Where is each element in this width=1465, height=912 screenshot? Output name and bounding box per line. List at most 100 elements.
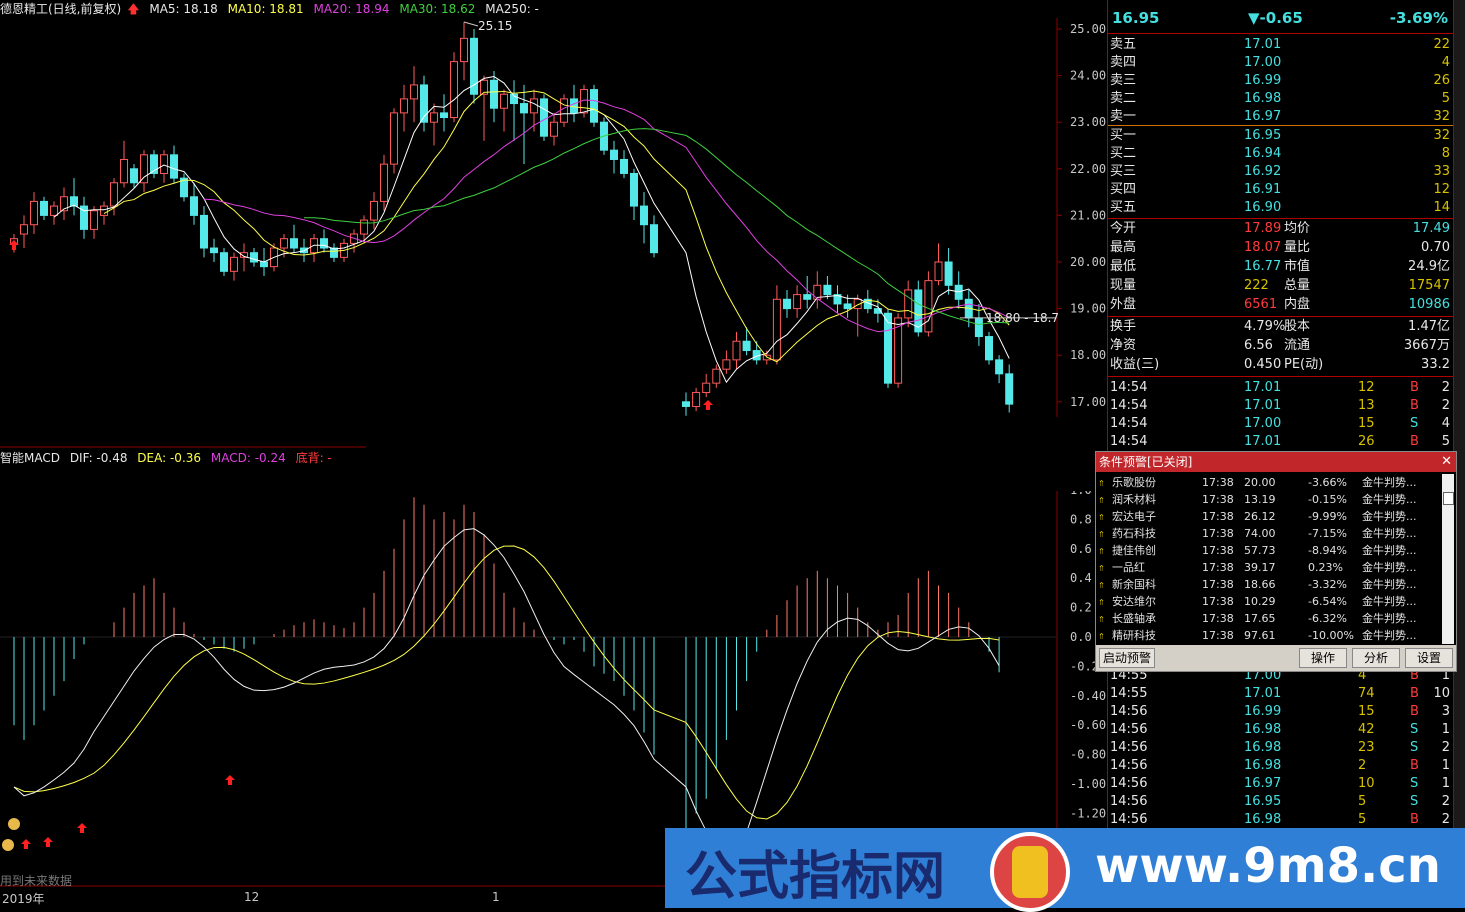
price-change: ▼-0.65	[1248, 9, 1303, 27]
stat-value: 4.79%	[1244, 319, 1286, 334]
date-label-dec: 12	[244, 890, 260, 904]
stat-value: 6.56	[1244, 338, 1273, 353]
price-axis-label: 23.00	[1070, 115, 1106, 129]
order-volume: 33	[1433, 164, 1450, 179]
tick-row: 14:54 17.00 15 S 4	[1108, 415, 1454, 433]
dea-label: DEA: -0.36	[137, 451, 202, 465]
alert-row[interactable]: ⇑ 润禾材料 17:38 13.19 -0.15% 金牛判势...	[1096, 491, 1442, 508]
candle-body	[742, 340, 751, 352]
alert-up-icon: ⇑	[1098, 595, 1105, 608]
close-icon[interactable]: ✕	[1441, 452, 1452, 472]
ma5-line	[53, 76, 1010, 384]
start-alert-button[interactable]: 启动预警	[1099, 648, 1155, 668]
stock-title[interactable]: 德恩精工(日线,前复权)	[0, 2, 121, 16]
price-axis-label: 24.00	[1070, 69, 1106, 83]
tick-count: 2	[1441, 380, 1450, 395]
buy-arrow-icon	[703, 400, 713, 410]
settings-button[interactable]: 设置	[1405, 648, 1453, 668]
tick-volume: 23	[1358, 740, 1375, 755]
alert-time: 17:38	[1202, 510, 1234, 523]
alert-row[interactable]: ⇑ 乐歌股份 17:38 20.00 -3.66% 金牛判势...	[1096, 474, 1442, 491]
alert-row[interactable]: ⇑ 宏达电子 17:38 26.12 -9.99% 金牛判势...	[1096, 508, 1442, 525]
alert-row[interactable]: ⇑ 精研科技 17:38 97.61 -10.00% 金牛判势...	[1096, 627, 1442, 644]
alert-condition: 金牛判势...	[1362, 510, 1417, 523]
stat-value: 16.77	[1244, 259, 1282, 274]
macd-value-label: MACD: -0.24	[210, 451, 286, 465]
stats-row: 最高 18.07 量比 0.70	[1108, 239, 1454, 257]
signal-arrow-icon	[43, 837, 53, 847]
alert-price: 18.66	[1244, 578, 1276, 591]
order-book-row: 买五 16.90 14	[1108, 199, 1454, 217]
candle-body	[692, 391, 701, 407]
tick-direction: B	[1410, 398, 1419, 413]
alert-condition: 金牛判势...	[1362, 493, 1417, 506]
tick-price: 16.98	[1244, 812, 1282, 827]
alert-price: 20.00	[1244, 476, 1276, 489]
candle-body	[590, 89, 598, 123]
candle-body	[380, 163, 388, 202]
operate-button[interactable]: 操作	[1299, 648, 1347, 668]
alert-stock-name: 精研科技	[1112, 629, 1156, 642]
tick-time: 14:56	[1110, 758, 1148, 773]
alert-list[interactable]: ⇑ 乐歌股份 17:38 20.00 -3.66% 金牛判势... ⇑ 润禾材料 17:38 13…	[1096, 474, 1442, 644]
analyze-button[interactable]: 分析	[1352, 648, 1400, 668]
order-price: 16.98	[1244, 91, 1282, 106]
candle-body	[50, 205, 58, 216]
tick-price: 17.01	[1244, 398, 1282, 413]
kline-chart-area[interactable]: 25.00 24.00 23.00 22.00 21.00 20.00 19.00 18.00…	[0, 0, 1107, 908]
order-label: 卖四	[1110, 55, 1137, 70]
divergence-label: 底背: -	[295, 451, 332, 465]
order-price: 16.90	[1244, 200, 1282, 215]
alert-price: 57.73	[1244, 544, 1276, 557]
macd-title[interactable]: 智能MACD	[0, 451, 60, 465]
ma30-label: MA30: 18.62	[399, 2, 476, 16]
signal-arrow-icon	[21, 839, 31, 849]
order-book-row: 卖二 16.98 5	[1108, 90, 1454, 108]
candle-body	[40, 200, 48, 216]
candle-body	[823, 284, 832, 296]
signal-arrow-icon	[225, 775, 235, 785]
alert-row[interactable]: ⇑ 一品红 17:38 39.17 0.23% 金牛判势...	[1096, 559, 1442, 576]
macd-axis-label: 0.6	[1070, 542, 1092, 556]
candle-body	[682, 401, 690, 407]
watermark-cn: 公式指标网	[685, 846, 946, 907]
tick-time: 14:54	[1110, 380, 1148, 395]
alert-row[interactable]: ⇑ 长盛轴承 17:38 17.65 -6.32% 金牛判势...	[1096, 610, 1442, 627]
stat-value-2: 10986	[1408, 297, 1450, 312]
alert-price: 13.19	[1244, 493, 1276, 506]
stat-label: 现量	[1110, 278, 1137, 293]
tick-count: 2	[1441, 740, 1450, 755]
alert-scrollbar[interactable]	[1442, 474, 1454, 644]
candle-body	[130, 168, 138, 184]
dif-line	[13, 528, 1000, 850]
tick-price: 17.01	[1244, 686, 1282, 701]
right-scrollbar[interactable]	[1453, 0, 1465, 830]
alert-titlebar[interactable]: 条件预警[已关闭] ✕	[1096, 452, 1456, 472]
price-axis-label: 22.00	[1070, 162, 1106, 176]
order-label: 买二	[1110, 146, 1137, 161]
price-axis-label: 17.00	[1070, 395, 1106, 409]
tick-row: 14:54 17.01 26 B 5	[1108, 433, 1454, 451]
candle-body	[650, 224, 658, 254]
candle-body	[140, 154, 148, 184]
macd-axis-label: -1.20	[1070, 806, 1106, 820]
money-bag-icon	[2, 839, 14, 851]
up-arrow-icon: 🡅	[127, 2, 140, 16]
stat-value: 222	[1244, 278, 1269, 293]
condition-alert-window[interactable]: 条件预警[已关闭] ✕ ⇑ 乐歌股份 17:38 20.00 -3.66% 金牛判势...…	[1095, 451, 1457, 672]
alert-condition: 金牛判势...	[1362, 595, 1417, 608]
alert-row[interactable]: ⇑ 新余国科 17:38 18.66 -3.32% 金牛判势...	[1096, 576, 1442, 593]
alert-pct: -6.54%	[1308, 595, 1347, 608]
candle-body	[230, 256, 238, 272]
alert-row[interactable]: ⇑ 药石科技 17:38 74.00 -7.15% 金牛判势...	[1096, 525, 1442, 542]
alert-time: 17:38	[1202, 561, 1234, 574]
tick-volume: 74	[1358, 686, 1375, 701]
alert-row[interactable]: ⇑ 捷佳伟创 17:38 57.73 -8.94% 金牛判势...	[1096, 542, 1442, 559]
alert-pct: 0.23%	[1308, 561, 1343, 574]
candle-body	[630, 172, 638, 207]
tick-time: 14:55	[1110, 686, 1148, 701]
stats-row: 今开 17.89 均价 17.49	[1108, 220, 1454, 238]
alert-up-icon: ⇑	[1098, 493, 1105, 506]
alert-pct: -6.32%	[1308, 612, 1347, 625]
alert-row[interactable]: ⇑ 安达维尔 17:38 10.29 -6.54% 金牛判势...	[1096, 593, 1442, 610]
